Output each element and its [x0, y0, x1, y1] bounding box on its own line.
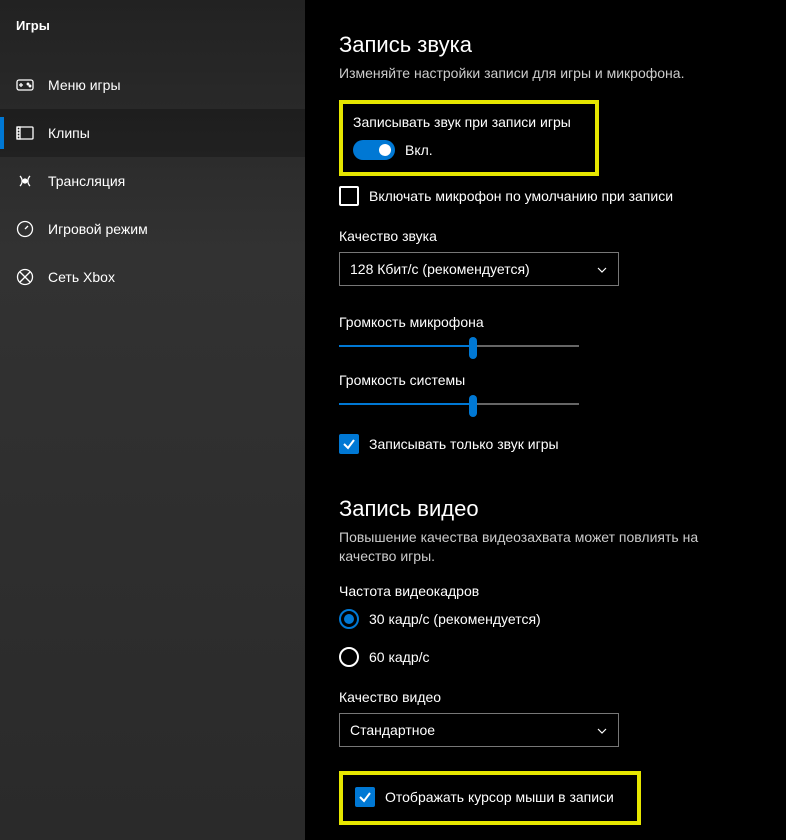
video-section-desc: Повышение качества видеозахвата может по… — [339, 528, 752, 567]
record-audio-toggle[interactable]: Вкл. — [353, 140, 585, 160]
chevron-down-icon — [596, 724, 608, 736]
only-game-audio-checkbox[interactable] — [339, 434, 359, 454]
sidebar-item-label: Клипы — [48, 125, 90, 141]
sidebar-item-clips[interactable]: Клипы — [0, 109, 305, 157]
audio-quality-label: Качество звука — [339, 228, 752, 244]
sys-volume-slider[interactable] — [339, 392, 579, 416]
mic-volume-slider[interactable] — [339, 334, 579, 358]
clips-icon — [16, 124, 34, 142]
sidebar-item-label: Игровой режим — [48, 221, 148, 237]
game-bar-icon — [16, 76, 34, 94]
fps-30-option[interactable]: 30 кадр/с (рекомендуется) — [339, 609, 752, 629]
slider-fill — [339, 403, 473, 405]
mic-default-checkbox-row[interactable]: Включать микрофон по умолчанию при запис… — [339, 186, 752, 206]
video-quality-select[interactable]: Стандартное — [339, 713, 619, 747]
slider-thumb — [469, 395, 477, 417]
sys-volume-label: Громкость системы — [339, 372, 752, 388]
record-audio-label: Записывать звук при записи игры — [353, 114, 585, 130]
sidebar-item-broadcast[interactable]: Трансляция — [0, 157, 305, 205]
chevron-down-icon — [596, 263, 608, 275]
audio-section-desc: Изменяйте настройки записи для игры и ми… — [339, 64, 752, 84]
slider-fill — [339, 345, 473, 347]
sidebar-item-game-mode[interactable]: Игровой режим — [0, 205, 305, 253]
mic-default-checkbox[interactable] — [339, 186, 359, 206]
cursor-capture-checkbox[interactable] — [355, 787, 375, 807]
mic-default-label: Включать микрофон по умолчанию при запис… — [369, 188, 673, 204]
audio-quality-select[interactable]: 128 Кбит/с (рекомендуется) — [339, 252, 619, 286]
broadcast-icon — [16, 172, 34, 190]
radio-30fps-label: 30 кадр/с (рекомендуется) — [369, 611, 541, 627]
only-game-audio-label: Записывать только звук игры — [369, 436, 559, 452]
fps-60-option[interactable]: 60 кадр/с — [339, 647, 752, 667]
video-fps-label: Частота видеокадров — [339, 583, 752, 599]
toggle-thumb — [379, 144, 391, 156]
video-section-title: Запись видео — [339, 496, 752, 522]
radio-60fps[interactable] — [339, 647, 359, 667]
sidebar-item-label: Меню игры — [48, 77, 121, 93]
cursor-capture-row[interactable]: Отображать курсор мыши в записи — [355, 787, 625, 807]
audio-section-title: Запись звука — [339, 32, 752, 58]
mic-volume-label: Громкость микрофона — [339, 314, 752, 330]
audio-quality-value: 128 Кбит/с (рекомендуется) — [350, 261, 530, 277]
sidebar-item-xbox-network[interactable]: Сеть Xbox — [0, 253, 305, 301]
highlight-cursor-capture: Отображать курсор мыши в записи — [339, 771, 641, 825]
main-content: Запись звука Изменяйте настройки записи … — [305, 0, 786, 840]
speedometer-icon — [16, 220, 34, 238]
xbox-icon — [16, 268, 34, 286]
sidebar: Игры Меню игры Клипы Трансляция Игровой … — [0, 0, 305, 840]
cursor-capture-label: Отображать курсор мыши в записи — [385, 789, 614, 805]
video-fps-radio-group: 30 кадр/с (рекомендуется) 60 кадр/с — [339, 609, 752, 667]
toggle-state-label: Вкл. — [405, 142, 433, 158]
video-quality-label: Качество видео — [339, 689, 752, 705]
sidebar-item-label: Сеть Xbox — [48, 269, 115, 285]
only-game-audio-row[interactable]: Записывать только звук игры — [339, 434, 752, 454]
sidebar-item-game-menu[interactable]: Меню игры — [0, 61, 305, 109]
sidebar-title: Игры — [0, 18, 305, 33]
sidebar-item-label: Трансляция — [48, 173, 125, 189]
toggle-track — [353, 140, 395, 160]
highlight-record-audio: Записывать звук при записи игры Вкл. — [339, 100, 599, 176]
slider-thumb — [469, 337, 477, 359]
video-quality-value: Стандартное — [350, 722, 435, 738]
radio-30fps[interactable] — [339, 609, 359, 629]
radio-60fps-label: 60 кадр/с — [369, 649, 430, 665]
